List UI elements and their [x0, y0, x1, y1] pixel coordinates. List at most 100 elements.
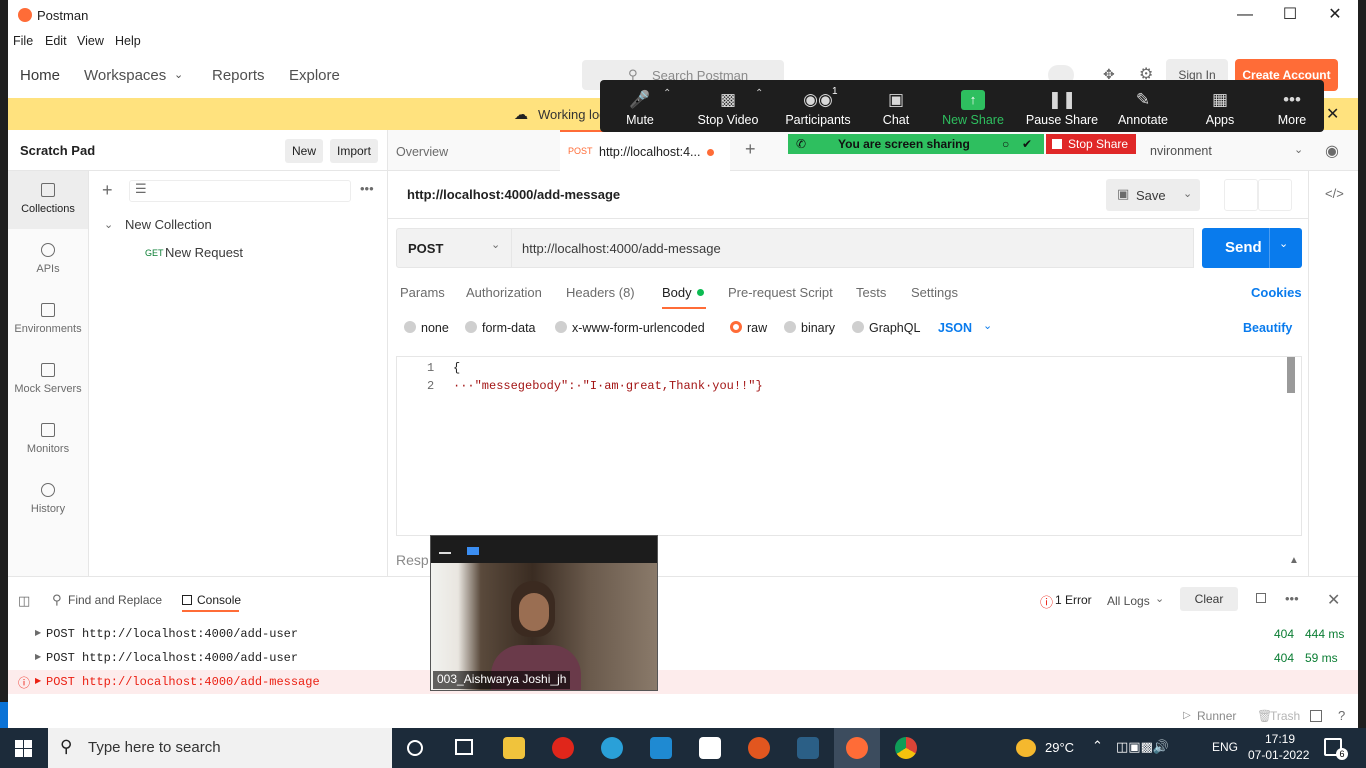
runner-button[interactable]: Runner	[1197, 709, 1236, 723]
help-icon[interactable]: ?	[1338, 708, 1345, 723]
sidebar-item-history[interactable]: History	[8, 471, 88, 529]
close-icon[interactable]: ✕	[1321, 5, 1349, 25]
annotate-button[interactable]: ✎ Annotate	[1103, 80, 1183, 132]
weather-temp[interactable]: 29°C	[1045, 740, 1074, 755]
log-level-select[interactable]: All Logs	[1107, 594, 1150, 608]
add-collection-icon[interactable]: +	[102, 180, 113, 201]
tray-expand-icon[interactable]: ⌃	[1092, 738, 1103, 754]
stop-share-button[interactable]: Stop Share	[1046, 134, 1136, 154]
option-none[interactable]: none	[421, 321, 449, 335]
option-form-data[interactable]: form-data	[482, 321, 536, 335]
nav-explore[interactable]: Explore	[289, 67, 340, 84]
expand-arrow-icon[interactable]: ▶	[35, 652, 41, 661]
cookies-link[interactable]: Cookies	[1251, 285, 1302, 300]
tray-apps-icon[interactable]: ◫▣▩🔊	[1116, 739, 1169, 755]
beautify-link[interactable]: Beautify	[1243, 321, 1292, 335]
sidebar-item-monitors[interactable]: Monitors	[8, 411, 88, 469]
minimize-video-icon[interactable]	[439, 552, 451, 554]
add-tab-icon[interactable]: +	[745, 139, 756, 160]
console-tab[interactable]: Console	[197, 593, 241, 607]
nav-workspaces[interactable]: Workspaces	[84, 67, 166, 84]
chevron-up-icon[interactable]: ⌃	[755, 88, 763, 99]
menu-help[interactable]: Help	[115, 34, 141, 48]
sidebar-item-apis[interactable]: APIs	[8, 231, 88, 289]
chevron-up-icon[interactable]: ⌃	[663, 88, 671, 99]
menu-view[interactable]: View	[77, 34, 104, 48]
layout-icon[interactable]	[1310, 710, 1322, 722]
tab-headers[interactable]: Headers (8)	[566, 285, 635, 300]
radio-binary[interactable]	[784, 321, 796, 333]
tab-tests[interactable]: Tests	[856, 285, 886, 300]
clock-date[interactable]: 07-01-2022	[1248, 748, 1309, 762]
method-select[interactable]: POST ⌄	[396, 228, 512, 268]
log-row[interactable]: ▶ POST http://localhost:4000/add-user 40…	[8, 622, 1358, 646]
participants-button[interactable]: ◉◉ Participants	[778, 80, 858, 132]
notepad-icon[interactable]	[699, 737, 721, 759]
chat-button[interactable]: ▣ Chat	[856, 80, 936, 132]
chevron-down-icon[interactable]: ⌄	[1279, 237, 1288, 250]
chevron-down-icon[interactable]: ⌄	[983, 319, 992, 332]
nav-reports[interactable]: Reports	[212, 67, 265, 84]
log-row-error[interactable]: ⓘ ▶ POST http://localhost:4000/add-messa…	[8, 670, 1358, 694]
filter-input[interactable]	[129, 180, 351, 202]
minimize-icon[interactable]: —	[1231, 5, 1259, 25]
collection-name[interactable]: New Collection	[125, 217, 212, 232]
task-view-icon[interactable]	[455, 739, 473, 755]
request-name[interactable]: New Request	[165, 245, 243, 260]
pause-share-button[interactable]: ❚❚ Pause Share	[1022, 80, 1102, 132]
screen-sharing-indicator[interactable]: ✆ You are screen sharing ○ ✔	[788, 134, 1044, 154]
format-select[interactable]: JSON	[938, 321, 972, 335]
error-count[interactable]: 1 Error	[1055, 593, 1092, 607]
new-button[interactable]: New	[285, 139, 323, 163]
url-input[interactable]: http://localhost:4000/add-message	[512, 228, 1194, 268]
log-row[interactable]: ▶ POST http://localhost:4000/add-user 40…	[8, 646, 1358, 670]
environment-select[interactable]: nvironment	[1150, 144, 1212, 158]
chrome-icon[interactable]	[895, 737, 917, 759]
menu-edit[interactable]: Edit	[45, 34, 67, 48]
more-options-icon[interactable]: •••	[360, 181, 374, 196]
code-snippet-icon[interactable]: </>	[1325, 186, 1344, 201]
save-button[interactable]: ▣ Save ⌄	[1106, 179, 1200, 211]
import-button[interactable]: Import	[330, 139, 378, 163]
trash-button[interactable]: Trash	[1270, 709, 1300, 723]
close-console-icon[interactable]: ✕	[1327, 590, 1340, 610]
option-binary[interactable]: binary	[801, 321, 835, 335]
chevron-down-icon[interactable]: ⌄	[1155, 592, 1164, 605]
clock-time[interactable]: 17:19	[1265, 732, 1295, 746]
chevron-down-icon[interactable]: ⌄	[104, 218, 113, 231]
cortana-icon[interactable]	[407, 740, 423, 756]
tab-settings[interactable]: Settings	[911, 285, 958, 300]
tab-body[interactable]: Body	[662, 285, 692, 300]
chevron-down-icon[interactable]: ⌄	[174, 68, 183, 81]
sidebar-toggle-icon[interactable]: ◫	[18, 593, 30, 609]
find-replace-tab[interactable]: Find and Replace	[68, 593, 162, 607]
option-urlencoded[interactable]: x-www-form-urlencoded	[572, 321, 705, 335]
option-raw[interactable]: raw	[747, 321, 767, 335]
option-graphql[interactable]: GraphQL	[869, 321, 920, 335]
radio-urlencoded[interactable]	[555, 321, 567, 333]
editor-scrollbar[interactable]	[1287, 357, 1295, 393]
tab-authorization[interactable]: Authorization	[466, 285, 542, 300]
tab-prescript[interactable]: Pre-request Script	[728, 285, 833, 300]
edit-icon[interactable]	[1224, 179, 1258, 211]
nav-home[interactable]: Home	[20, 67, 60, 84]
vscode-icon[interactable]	[650, 737, 672, 759]
opera-icon[interactable]	[552, 737, 574, 759]
mysql-workbench-icon[interactable]	[797, 737, 819, 759]
chevron-down-icon[interactable]: ⌄	[1294, 143, 1303, 156]
radio-raw[interactable]	[730, 321, 742, 333]
apps-button[interactable]: ▦ Apps	[1180, 80, 1260, 132]
body-editor[interactable]: 1 { 2 ···"messegebody":·"I·am·great,Than…	[396, 356, 1302, 536]
sidebar-item-mock-servers[interactable]: Mock Servers	[8, 351, 88, 409]
tab-overview[interactable]: Overview	[396, 145, 448, 159]
expand-arrow-icon[interactable]: ▶	[35, 676, 41, 685]
menu-file[interactable]: File	[13, 34, 33, 48]
send-button[interactable]: Send ⌄	[1202, 228, 1302, 268]
radio-form-data[interactable]	[465, 321, 477, 333]
view-icon[interactable]	[467, 547, 479, 555]
windows-start-icon[interactable]	[15, 740, 32, 757]
comments-icon[interactable]	[1258, 179, 1292, 211]
eye-icon[interactable]: ◉	[1325, 141, 1339, 161]
maximize-icon[interactable]: ☐	[1276, 5, 1304, 25]
edge-icon[interactable]	[601, 737, 623, 759]
